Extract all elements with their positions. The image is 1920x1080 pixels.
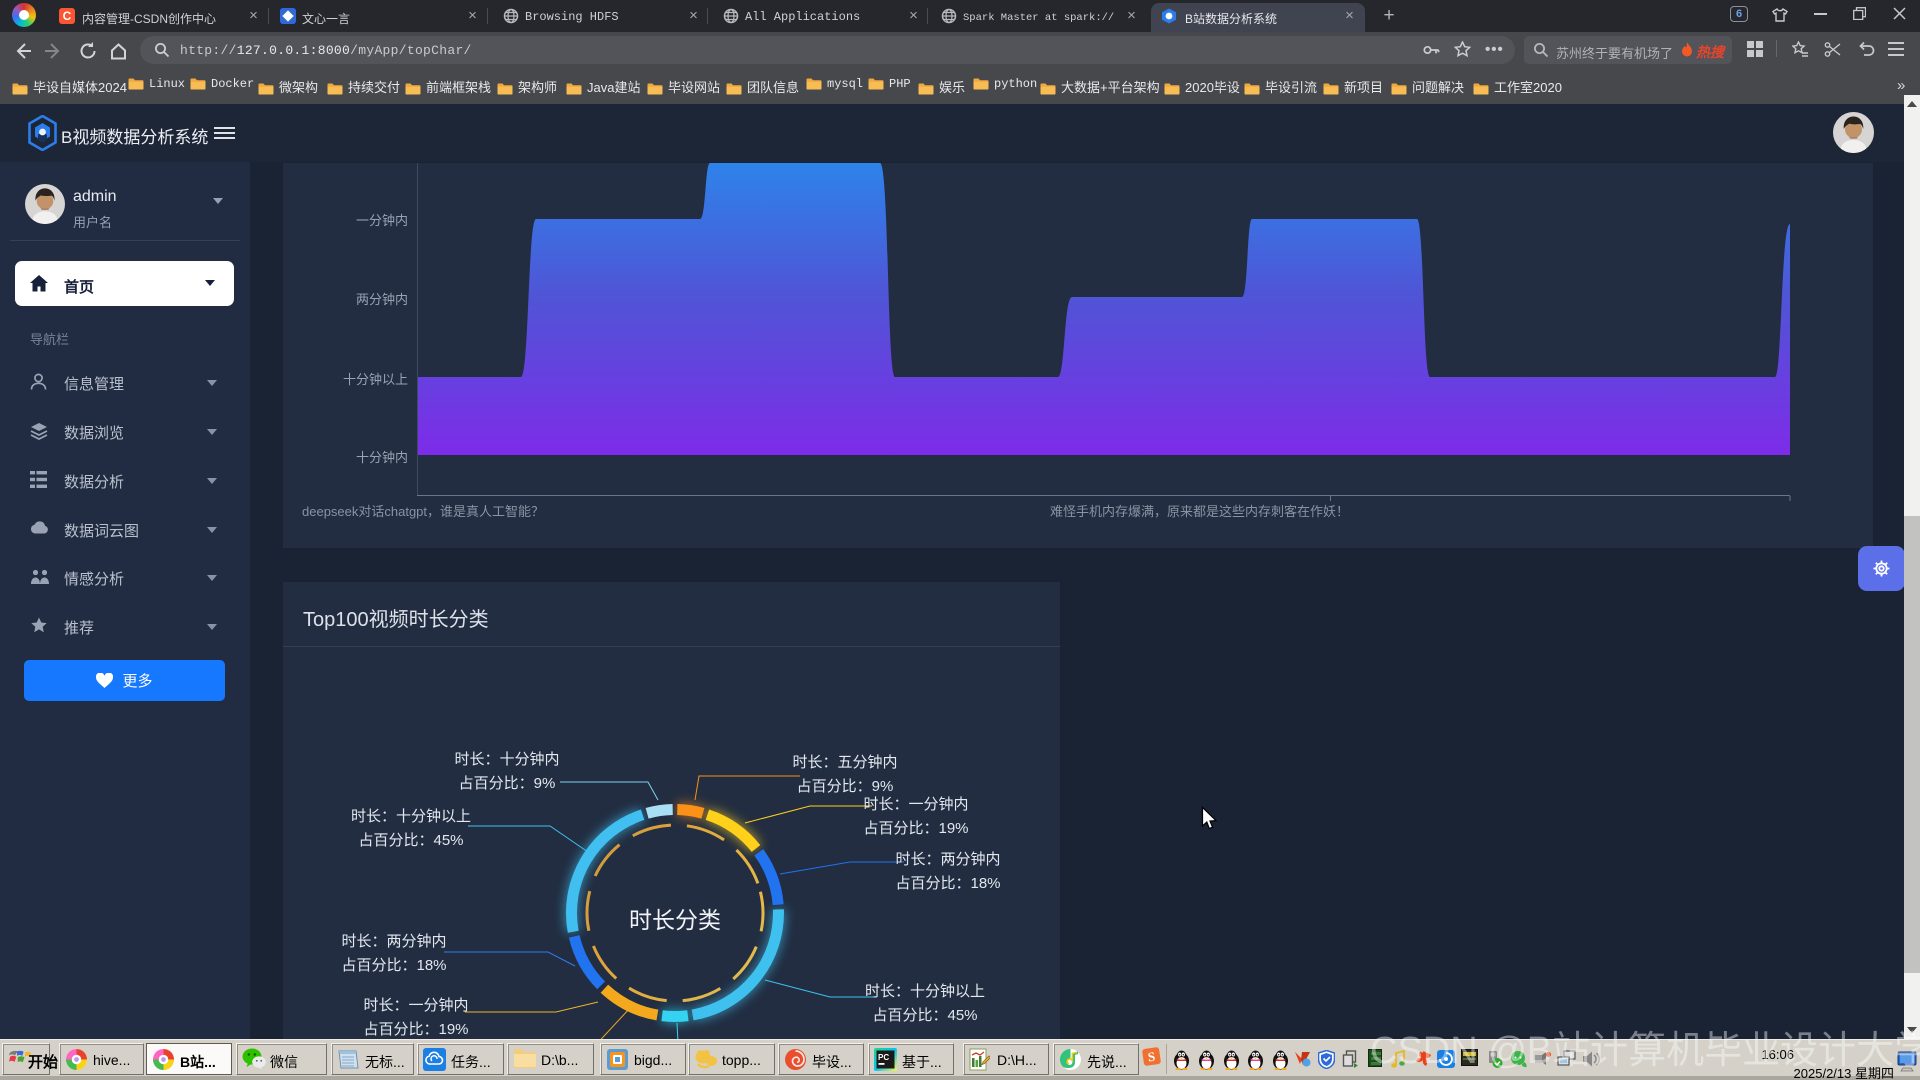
svg-text:PC: PC [878,1053,889,1062]
